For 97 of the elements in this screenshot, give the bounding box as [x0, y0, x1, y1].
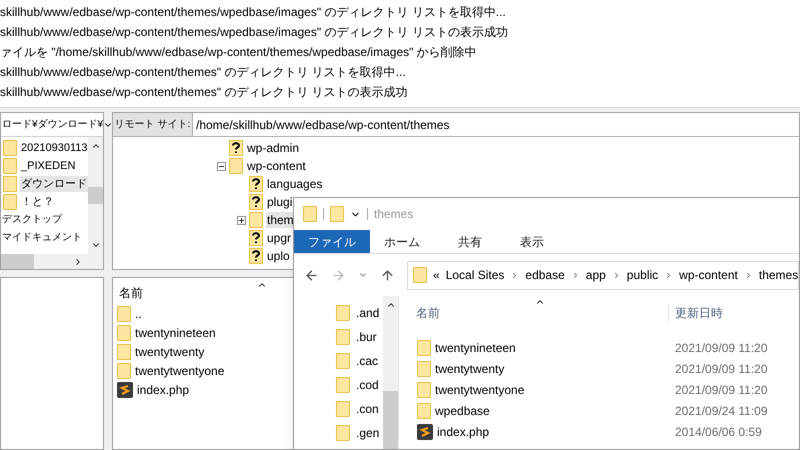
folder-icon — [3, 140, 17, 156]
expand-toggle[interactable] — [236, 216, 246, 224]
ribbon-tab[interactable]: ファイル — [294, 230, 370, 253]
folder-icon — [417, 402, 431, 418]
file-name[interactable]: twentytwenty — [435, 360, 504, 378]
folder-icon — [336, 425, 350, 441]
breadcrumb-item[interactable]: wp-content — [679, 266, 738, 284]
folder-icon — [3, 158, 17, 174]
breadcrumb-overflow[interactable]: « — [433, 266, 440, 284]
log-line: skillhub/www/edbase/wp-content/themes" のディレクトリ リストを取得中... — [0, 64, 407, 81]
breadcrumb-item[interactable]: themes — [758, 266, 798, 284]
tree-item[interactable]: 20210930113 — [20, 140, 88, 156]
modified-date: 2021/09/24 11:09 — [674, 402, 768, 420]
scrollbar-thumb[interactable] — [1, 254, 34, 269]
folder-icon — [417, 382, 431, 398]
tree-item[interactable]: _PIXEDEN — [20, 158, 76, 174]
folder-icon — [330, 206, 344, 222]
horizontal-scrollbar[interactable] — [1, 254, 103, 269]
question-file-icon — [229, 140, 243, 156]
folder-icon — [117, 306, 131, 322]
log-line: skillhub/www/edbase/wp-content/themes/wpedbase/images" のディレクトリ リストの表示成功 — [0, 24, 509, 41]
file-name[interactable]: index.php — [437, 422, 490, 440]
address-bar[interactable]: « Local Sites edbase app public wp-content themes — [407, 260, 799, 290]
scrollbar-thumb[interactable] — [88, 187, 103, 204]
script-file-icon — [117, 382, 133, 398]
folder-icon — [229, 158, 243, 174]
folder-icon — [249, 212, 263, 228]
tree-item[interactable]: デスクトップ — [1, 212, 63, 228]
file-name[interactable]: index.php — [137, 380, 190, 398]
nav-item[interactable]: .cac — [356, 352, 378, 370]
column-header[interactable]: 名前 — [113, 278, 253, 304]
question-file-icon — [249, 176, 263, 192]
file-name[interactable]: twentytwenty — [135, 342, 204, 360]
question-file-icon — [249, 194, 263, 210]
file-name[interactable]: twentytwentyone — [435, 380, 524, 398]
folder-icon — [117, 362, 131, 378]
log-line: ァイルを "/home/skillhub/www/edbase/wp-content/themes/wpedbase/images" から削除中 — [0, 44, 478, 61]
question-file-icon — [249, 248, 263, 264]
column-header[interactable]: 名前 — [399, 304, 669, 322]
breadcrumb-item[interactable]: Local Sites — [446, 266, 504, 284]
folder-icon — [336, 353, 350, 369]
ribbon-tab[interactable]: 共有 — [444, 230, 496, 253]
file-name[interactable]: wpedbase — [435, 402, 490, 420]
ribbon-tab[interactable]: ホーム — [370, 230, 434, 253]
tree-item[interactable]: upgr — [266, 230, 292, 246]
nav-item[interactable]: .bur — [356, 328, 377, 346]
ribbon-tab[interactable]: 表示 — [506, 230, 558, 253]
folder-icon — [417, 360, 431, 376]
log-line: skillhub/www/edbase/wp-content/themes/wpedbase/images" のディレクトリ リストを取得中... — [0, 4, 507, 21]
column-header[interactable]: 更新日時 — [669, 304, 723, 322]
log-line: skillhub/www/edbase/wp-content/themes" のディレクトリ リストの表示成功 — [0, 84, 409, 101]
nav-item[interactable]: .gen — [356, 424, 380, 442]
tree-item[interactable]: them — [266, 212, 295, 228]
modified-date: 2021/09/09 11:20 — [674, 340, 768, 356]
breadcrumb-item[interactable]: app — [586, 266, 606, 284]
tree-item[interactable]: マイドキュメント — [1, 230, 83, 246]
tree-item[interactable]: languages — [266, 176, 324, 192]
tree-item[interactable]: ！と？ — [20, 194, 55, 210]
tree-item[interactable]: wp-admin — [246, 140, 300, 156]
remote-site-label: リモート サイト: — [113, 113, 193, 137]
tree-item[interactable]: plugi — [266, 194, 294, 210]
nav-item[interactable]: .con — [356, 400, 379, 418]
file-name[interactable]: twentynineteen — [135, 324, 216, 342]
tree-item[interactable]: uplo — [266, 248, 291, 264]
script-file-icon — [417, 424, 433, 440]
tree-item[interactable]: wp-content — [246, 158, 307, 174]
file-name[interactable]: twentytwentyone — [135, 362, 224, 380]
breadcrumb-item[interactable]: edbase — [525, 266, 565, 284]
tree-item[interactable]: ダウンロード — [20, 176, 88, 192]
nav-item[interactable]: .cod — [356, 376, 379, 394]
folder-icon — [336, 305, 350, 321]
folder-icon — [3, 176, 17, 192]
remote-path-field[interactable]: /home/skillhub/www/edbase/wp-content/themes — [193, 113, 799, 137]
modified-date: 2014/06/06 0:59 — [674, 424, 762, 440]
up-icon[interactable] — [380, 268, 395, 282]
vertical-scrollbar[interactable] — [88, 137, 103, 254]
folder-icon — [336, 329, 350, 345]
back-icon[interactable] — [304, 268, 319, 282]
vertical-scrollbar[interactable] — [383, 296, 398, 449]
file-name[interactable]: twentynineteen — [435, 338, 516, 356]
folder-icon — [336, 401, 350, 417]
folder-icon — [117, 324, 131, 340]
folder-icon — [413, 267, 427, 283]
folder-icon — [117, 344, 131, 360]
window-title: themes — [374, 206, 414, 223]
question-file-icon — [249, 230, 263, 246]
breadcrumb-item[interactable]: public — [626, 266, 658, 284]
modified-date: 2021/09/09 11:20 — [674, 360, 768, 378]
folder-icon — [303, 206, 317, 222]
folder-icon — [417, 340, 431, 356]
folder-icon — [336, 377, 350, 393]
scrollbar-thumb[interactable] — [383, 391, 398, 449]
nav-item[interactable]: .and — [356, 304, 380, 322]
folder-icon — [3, 194, 17, 210]
collapse-toggle[interactable] — [216, 162, 226, 170]
file-name[interactable]: .. — [135, 304, 142, 322]
modified-date: 2021/09/09 11:20 — [674, 382, 768, 398]
